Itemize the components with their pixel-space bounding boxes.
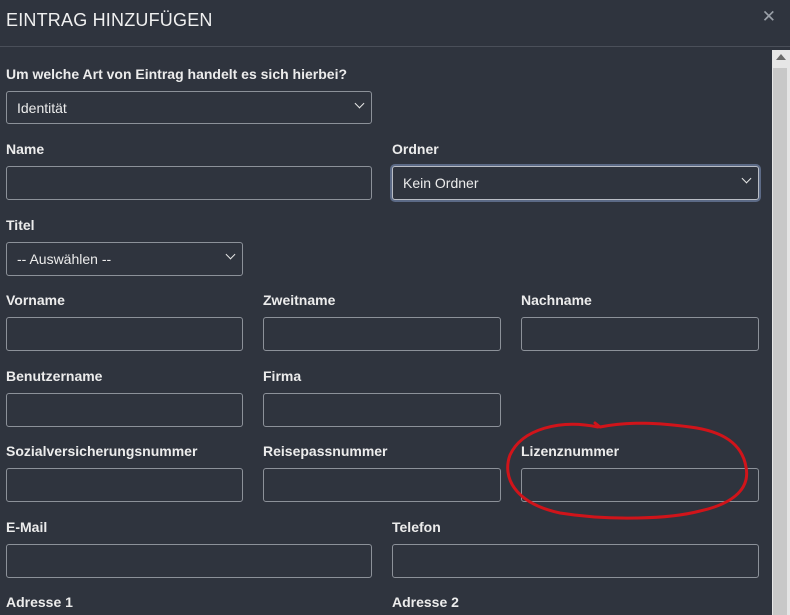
scroll-up-arrow-icon[interactable] bbox=[776, 54, 786, 60]
entry-type-label: Um welche Art von Eintrag handelt es sic… bbox=[6, 66, 348, 82]
last-name-input[interactable] bbox=[521, 317, 759, 351]
name-label: Name bbox=[6, 141, 45, 157]
folder-value: Kein Ordner bbox=[403, 175, 479, 191]
folder-select[interactable]: Kein Ordner bbox=[392, 166, 759, 200]
folder-label: Ordner bbox=[392, 141, 439, 157]
close-icon[interactable]: ✕ bbox=[762, 7, 776, 27]
license-label: Lizenznummer bbox=[521, 443, 620, 459]
phone-label: Telefon bbox=[392, 519, 441, 535]
ssn-label: Sozialversicherungsnummer bbox=[6, 443, 198, 459]
license-input[interactable] bbox=[521, 468, 759, 502]
scrollbar[interactable] bbox=[772, 50, 790, 615]
title-select[interactable]: -- Auswählen -- bbox=[6, 242, 243, 276]
company-label: Firma bbox=[263, 368, 302, 384]
dialog-title: EINTRAG HINZUFÜGEN bbox=[6, 10, 213, 30]
passport-input[interactable] bbox=[263, 468, 501, 502]
add-entry-dialog: EINTRAG HINZUFÜGEN ✕ Um welche Art von E… bbox=[0, 0, 790, 615]
ssn-input[interactable] bbox=[6, 468, 243, 502]
first-name-input[interactable] bbox=[6, 317, 243, 351]
title-label: Titel bbox=[6, 217, 35, 233]
email-label: E-Mail bbox=[6, 519, 48, 535]
company-input[interactable] bbox=[263, 393, 501, 427]
middle-name-input[interactable] bbox=[263, 317, 501, 351]
phone-input[interactable] bbox=[392, 544, 759, 578]
entry-type-select[interactable]: Identität bbox=[6, 91, 372, 124]
scroll-thumb[interactable] bbox=[773, 68, 787, 615]
first-name-label: Vorname bbox=[6, 292, 65, 308]
chevron-down-icon bbox=[354, 98, 365, 109]
username-input[interactable] bbox=[6, 393, 243, 427]
passport-label: Reisepassnummer bbox=[263, 443, 388, 459]
dialog-header: EINTRAG HINZUFÜGEN ✕ bbox=[0, 0, 790, 47]
name-input[interactable] bbox=[6, 166, 372, 200]
address1-label: Adresse 1 bbox=[6, 594, 73, 610]
entry-type-value: Identität bbox=[17, 100, 67, 116]
chevron-down-icon bbox=[741, 173, 752, 184]
address2-label: Adresse 2 bbox=[392, 594, 459, 610]
username-label: Benutzername bbox=[6, 368, 103, 384]
chevron-down-icon bbox=[225, 249, 236, 260]
title-value: -- Auswählen -- bbox=[17, 251, 112, 267]
middle-name-label: Zweitname bbox=[263, 292, 336, 308]
last-name-label: Nachname bbox=[521, 292, 592, 308]
email-input[interactable] bbox=[6, 544, 372, 578]
